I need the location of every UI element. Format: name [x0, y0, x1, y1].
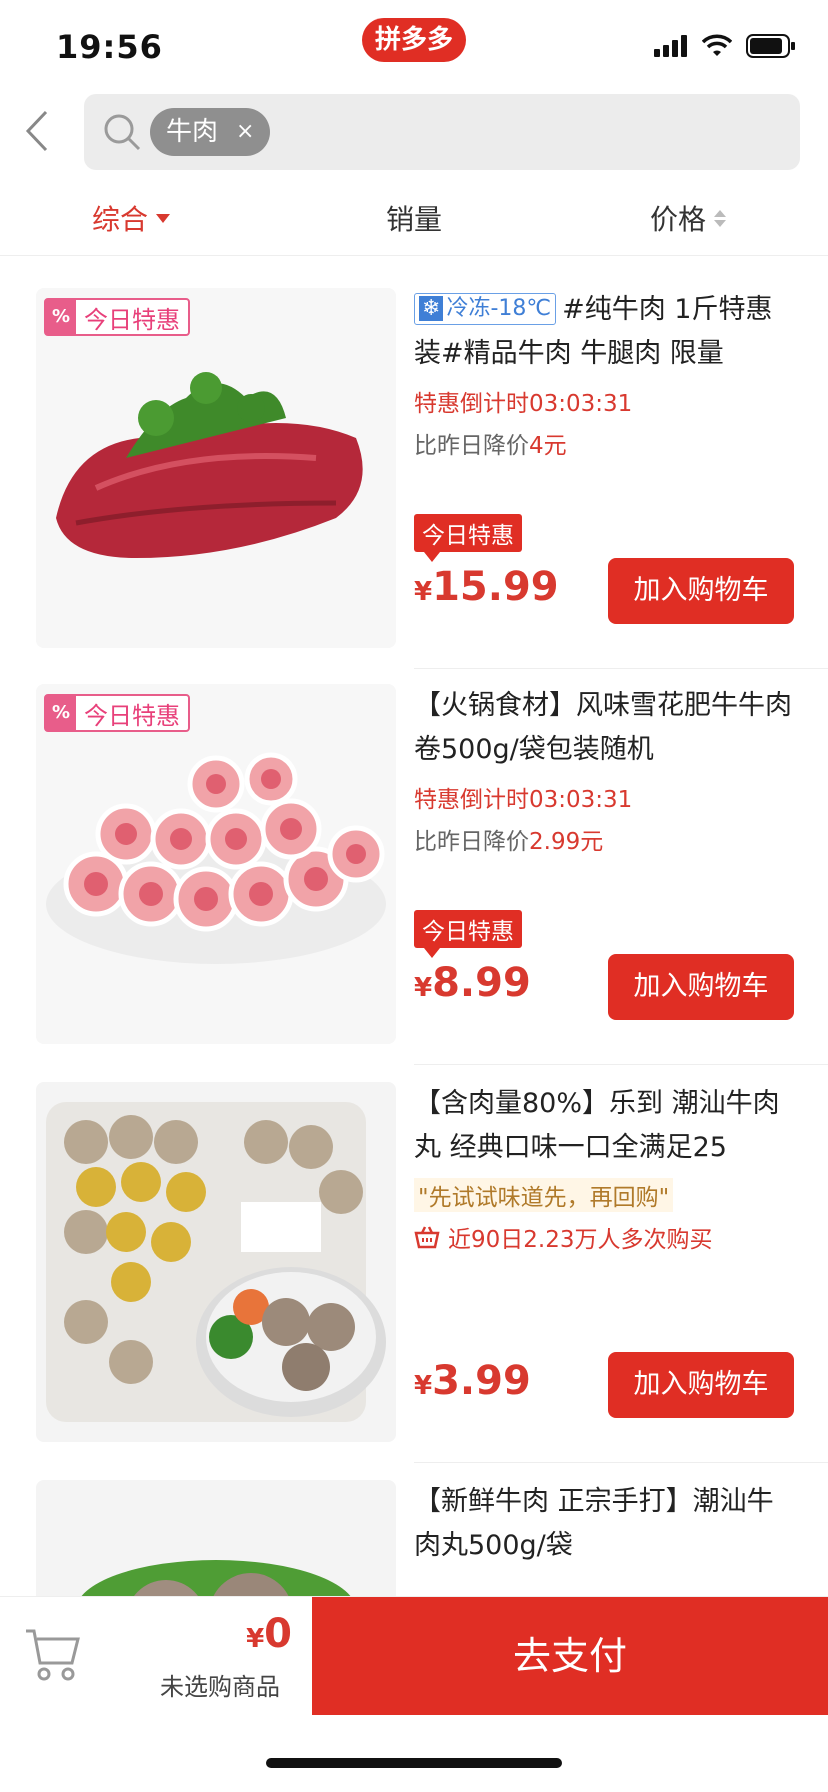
repeat-buyers-text: 近90日2.23万人多次购买: [448, 1227, 713, 1253]
today-deal-badge: 今日特惠: [414, 514, 522, 562]
tab-label: 综合: [92, 203, 149, 236]
basket-icon: [414, 1226, 440, 1249]
beef-rolls-image: [36, 684, 396, 1044]
back-arrow-icon: [25, 110, 48, 152]
chip-close-icon[interactable]: ×: [236, 108, 254, 156]
price-drop: 比昨日降价2.99元: [414, 822, 794, 856]
deal-tag-label: 今日特惠: [84, 701, 180, 730]
price-drop: 比昨日降价4元: [414, 426, 794, 460]
product-title[interactable]: 【新鲜牛肉 正宗手打】潮汕牛肉丸500g/袋: [414, 1480, 794, 1568]
percent-icon: %: [46, 696, 76, 730]
product-image-beef-rolls[interactable]: % 今日特惠: [36, 684, 396, 1044]
app-logo-badge: 拼多多: [362, 18, 466, 62]
add-to-cart-button[interactable]: 加入购物车: [608, 1352, 794, 1418]
checkout-bar: ¥0 未选购商品 去支付: [0, 1596, 828, 1715]
deal-countdown: 特惠倒计时03:03:31: [414, 391, 633, 417]
product-info: 【火锅食材】风味雪花肥牛牛肉卷500g/袋包装随机 特惠倒计时03:03:31 …: [414, 684, 794, 1044]
product-image-fresh-meatballs[interactable]: [36, 1480, 396, 1596]
divider: [414, 1064, 828, 1065]
back-button[interactable]: [22, 108, 62, 158]
cart-icon[interactable]: [24, 1627, 82, 1683]
pay-button[interactable]: 去支付: [312, 1597, 828, 1715]
product-title[interactable]: 【含肉量80%】乐到 潮汕牛肉丸 经典口味一口全满足25: [414, 1082, 794, 1170]
tab-sales[interactable]: 销量: [386, 198, 442, 238]
sort-arrows-icon: [714, 209, 727, 227]
snowflake-icon: ❄: [419, 296, 444, 321]
product-image-meatballs[interactable]: [36, 1082, 396, 1442]
signal-icon: [654, 35, 687, 57]
product-card[interactable]: % 今日特惠 ❄ 冷冻-18℃ #纯牛肉 1斤特惠装#精品牛肉 牛腿肉 限量 特惠倒…: [0, 288, 828, 684]
deal-tag: % 今日特惠: [44, 694, 190, 732]
product-image-beef[interactable]: % 今日特惠: [36, 288, 396, 648]
frozen-label: 冷冻-18℃: [446, 296, 552, 321]
fresh-meatballs-image: [36, 1480, 396, 1596]
search-keyword-chip[interactable]: 牛肉 ×: [150, 108, 271, 156]
frozen-badge: ❄ 冷冻-18℃: [414, 293, 557, 325]
price-drop-amount: 4元: [529, 433, 567, 459]
status-icons: [654, 34, 796, 58]
no-item-selected-label: 未选购商品: [160, 1673, 280, 1701]
product-price: ¥8.99: [414, 960, 531, 1006]
product-price: ¥3.99: [414, 1358, 531, 1404]
divider: [414, 668, 828, 669]
price-drop-amount: 2.99元: [529, 829, 604, 855]
currency-symbol: ¥: [414, 973, 433, 1003]
price-value: 15.99: [432, 564, 559, 610]
search-chip-label: 牛肉: [166, 117, 219, 147]
product-price: ¥15.99: [414, 564, 559, 610]
sort-tabs: 综合 销量 价格: [0, 186, 828, 256]
tab-comprehensive[interactable]: 综合: [92, 198, 171, 238]
percent-icon: %: [46, 300, 76, 334]
price-value: 3.99: [432, 1358, 531, 1404]
wifi-icon: [702, 34, 732, 56]
status-bar: 19:56 拼多多: [0, 0, 828, 92]
product-info: ❄ 冷冻-18℃ #纯牛肉 1斤特惠装#精品牛肉 牛腿肉 限量 特惠倒计时03:03…: [414, 288, 794, 648]
product-info: 【新鲜牛肉 正宗手打】潮汕牛肉丸500g/袋: [414, 1480, 794, 1596]
search-box[interactable]: 牛肉 ×: [84, 94, 800, 170]
product-info: 【含肉量80%】乐到 潮汕牛肉丸 经典口味一口全满足25 "先试试味道先，再回购…: [414, 1082, 794, 1442]
deal-countdown: 特惠倒计时03:03:31: [414, 787, 633, 813]
divider: [414, 1462, 828, 1463]
total-value: 0: [264, 1611, 292, 1657]
currency-symbol: ¥: [246, 1624, 265, 1654]
deal-tag-label: 今日特惠: [84, 305, 180, 334]
add-to-cart-button[interactable]: 加入购物车: [608, 558, 794, 624]
battery-icon: [746, 34, 795, 58]
price-drop-prefix: 比昨日降价: [414, 433, 529, 459]
tab-label: 销量: [386, 203, 443, 236]
review-quote: "先试试味道先，再回购": [414, 1178, 674, 1212]
tab-label: 价格: [650, 203, 707, 236]
product-title[interactable]: ❄ 冷冻-18℃ #纯牛肉 1斤特惠装#精品牛肉 牛腿肉 限量: [414, 288, 794, 376]
currency-symbol: ¥: [414, 577, 433, 607]
currency-symbol: ¥: [414, 1371, 433, 1401]
search-icon: [104, 114, 141, 151]
status-time: 19:56: [56, 28, 163, 66]
today-deal-badge: 今日特惠: [414, 910, 522, 958]
meatballs-image: [36, 1082, 396, 1442]
product-card[interactable]: 【新鲜牛肉 正宗手打】潮汕牛肉丸500g/袋: [0, 1480, 828, 1596]
dropdown-triangle-icon: [156, 213, 171, 223]
price-value: 8.99: [432, 960, 531, 1006]
cart-total: ¥0: [180, 1611, 292, 1657]
product-card[interactable]: 【含肉量80%】乐到 潮汕牛肉丸 经典口味一口全满足25 "先试试味道先，再回购…: [0, 1082, 828, 1478]
deal-tag: % 今日特惠: [44, 298, 190, 336]
price-drop-prefix: 比昨日降价: [414, 829, 529, 855]
product-card[interactable]: % 今日特惠 【火锅食材】风味雪花肥牛牛肉卷500g/袋包装随机 特惠倒计时03…: [0, 684, 828, 1080]
beef-image: [36, 288, 396, 648]
home-indicator[interactable]: [266, 1758, 562, 1768]
repeat-buyers: 近90日2.23万人多次购买: [414, 1220, 794, 1254]
product-title[interactable]: 【火锅食材】风味雪花肥牛牛肉卷500g/袋包装随机: [414, 684, 794, 772]
tab-price[interactable]: 价格: [650, 198, 727, 238]
add-to-cart-button[interactable]: 加入购物车: [608, 954, 794, 1020]
